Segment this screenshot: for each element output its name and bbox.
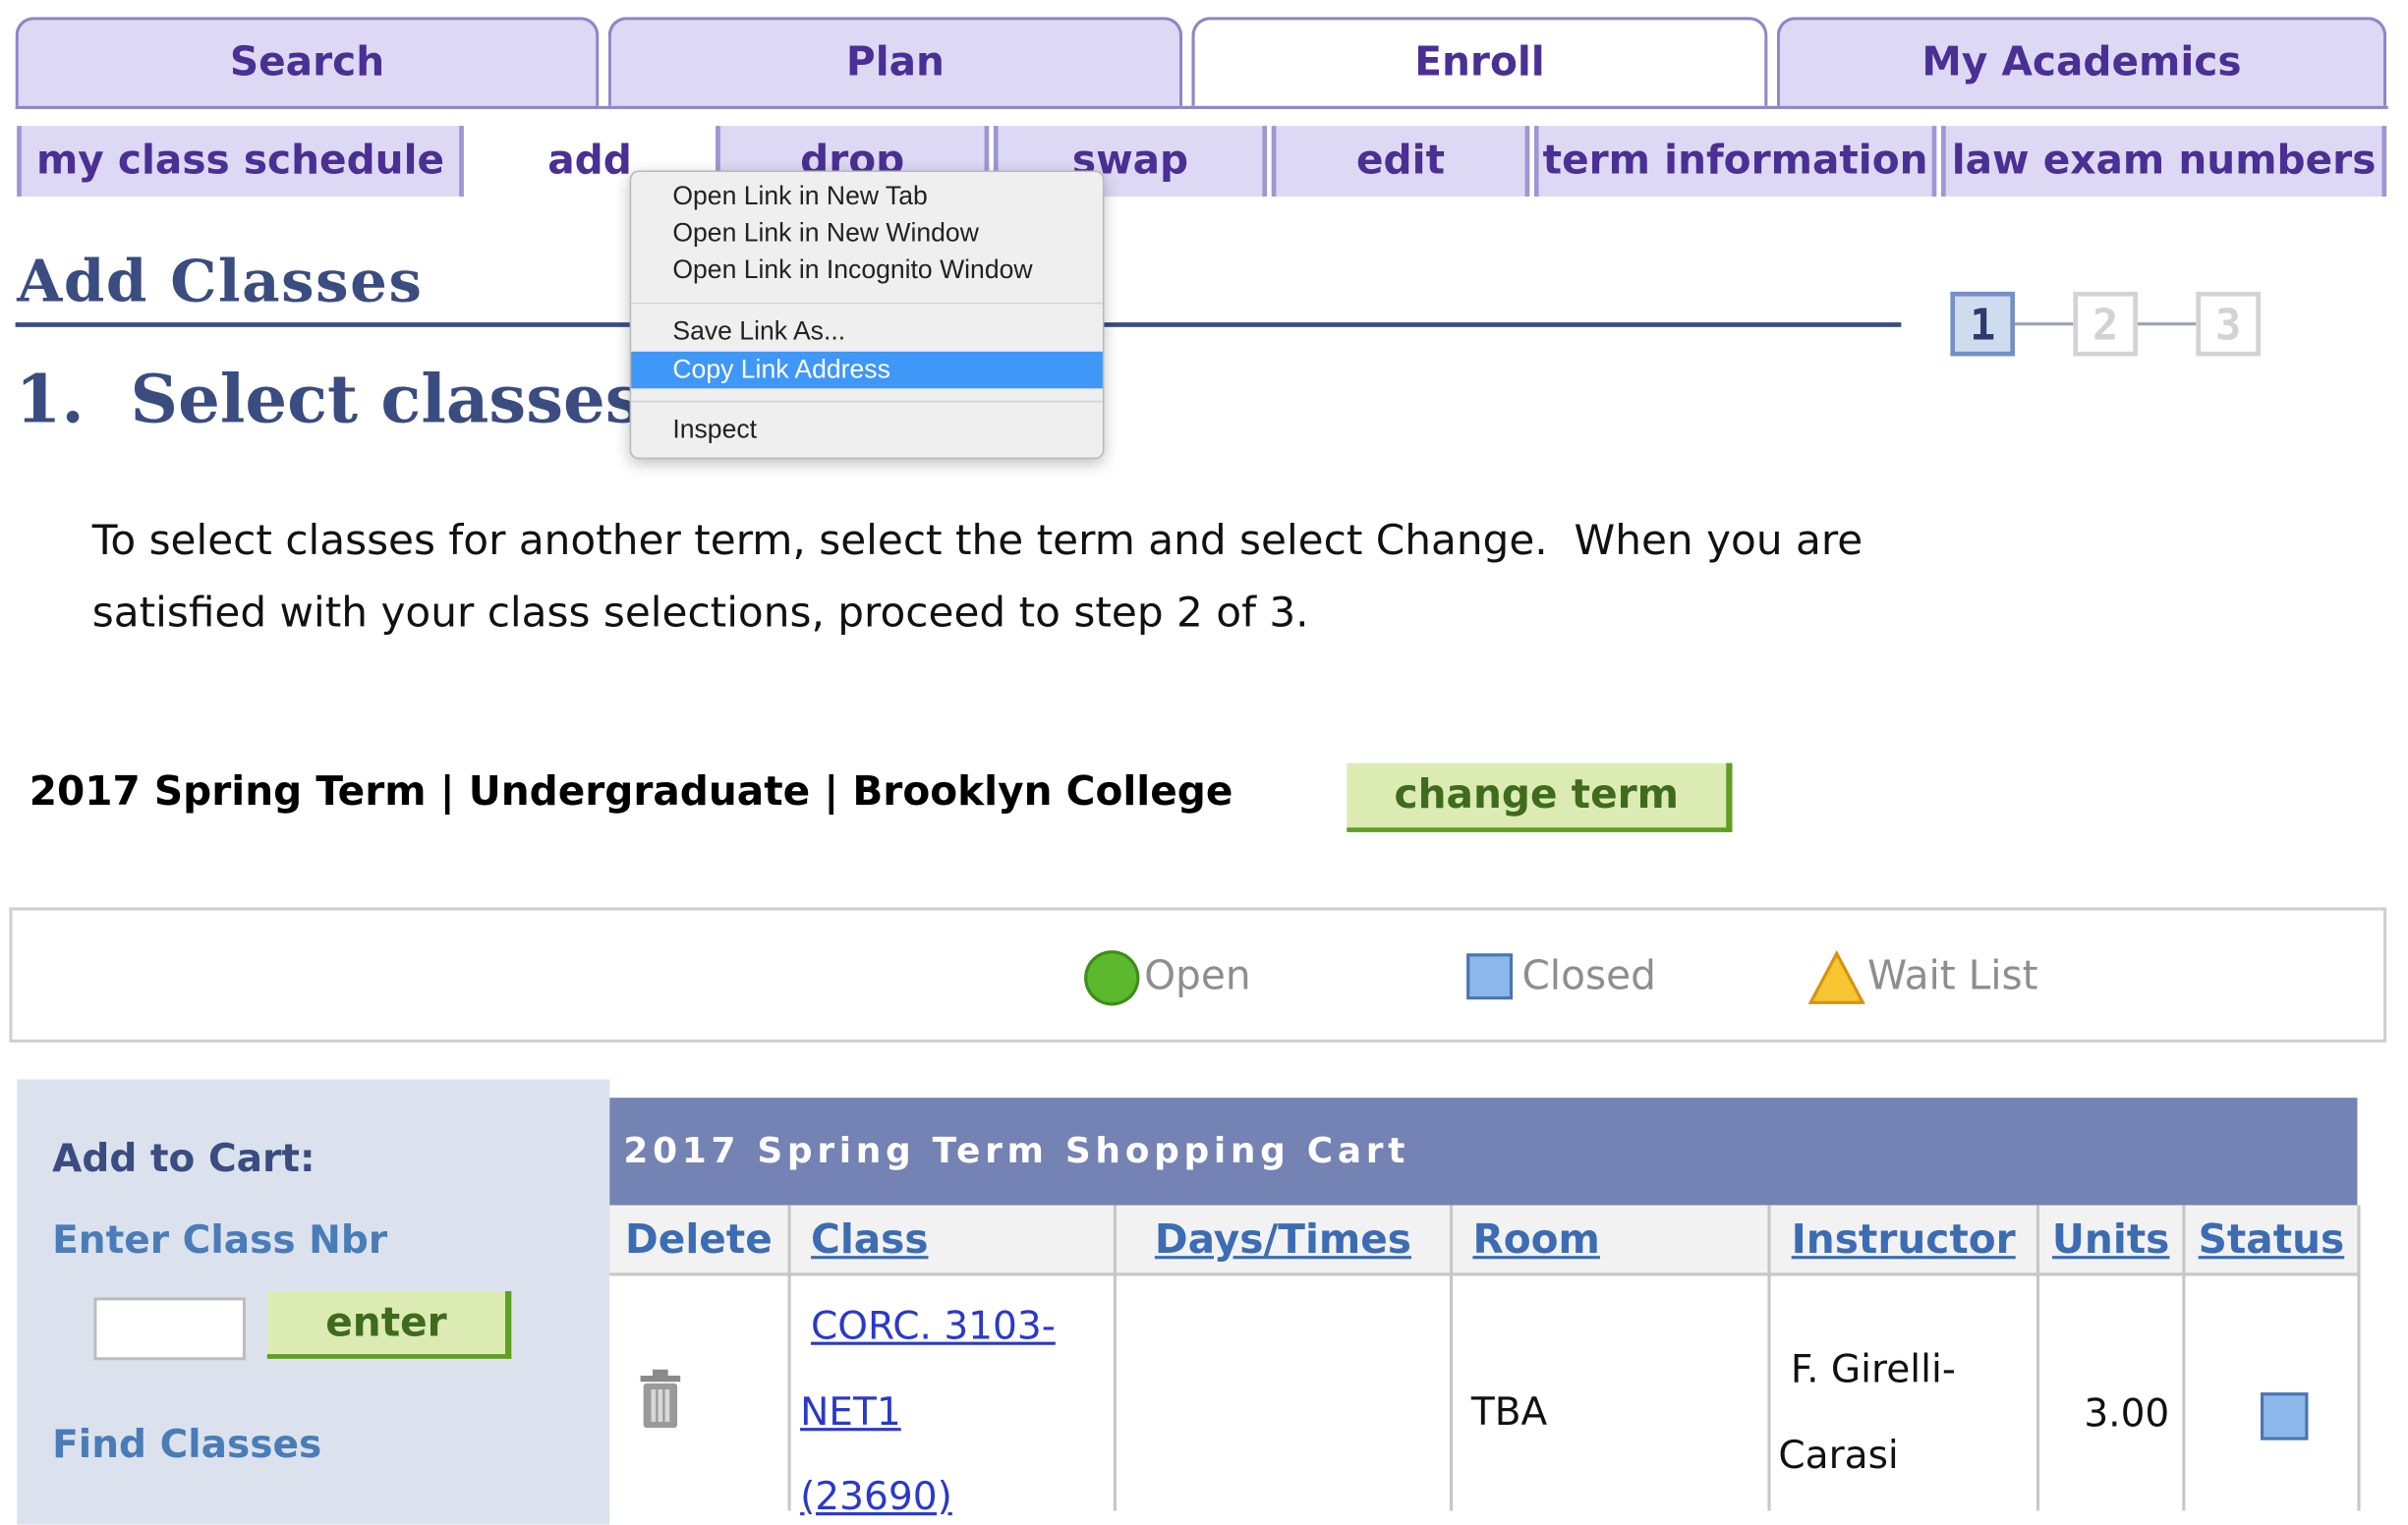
column-header-class[interactable]: Class [790, 1205, 1114, 1276]
change-term-button[interactable]: change term [1347, 762, 1733, 832]
subtab-term-information[interactable]: term information [1533, 126, 1937, 197]
column-header-instructor[interactable]: Instructor [1770, 1205, 2036, 1276]
menu-item-copy-link-address[interactable]: Copy Link Address [631, 351, 1103, 389]
cart-title: 2017 Spring Term Shopping Cart [623, 1131, 1410, 1172]
subtab-my-class-schedule[interactable]: my class schedule [17, 126, 464, 197]
step-connector [2015, 322, 2074, 326]
add-to-cart-label: Add to Cart: [52, 1136, 315, 1181]
instructions-line-1: To select classes for another term, sele… [91, 517, 1863, 565]
column-header-units[interactable]: Units [2039, 1205, 2183, 1276]
menu-item-open-new-tab[interactable]: Open Link in New Tab [631, 178, 1103, 215]
cart-title-bar: 2017 Spring Term Shopping Cart [609, 1098, 2358, 1206]
legend-wait-list-label: Wait List [1867, 953, 2038, 1000]
class-nbr-input[interactable] [93, 1297, 246, 1361]
step-3: 3 [2196, 291, 2261, 357]
tab-divider [15, 105, 2388, 109]
subtab-edit[interactable]: edit [1271, 126, 1530, 197]
menu-item-save-link-as[interactable]: Save Link As... [631, 313, 1103, 351]
tab-search[interactable]: Search [15, 17, 600, 106]
closed-icon [1466, 953, 1514, 1000]
legend-closed-label: Closed [1521, 953, 1656, 1000]
step-connector [2138, 322, 2197, 326]
column-divider [787, 1205, 791, 1511]
context-menu: Open Link in New Tab Open Link in New Wi… [629, 170, 1105, 460]
column-header-status[interactable]: Status [2185, 1205, 2358, 1276]
tab-my-academics[interactable]: My Academics [1776, 17, 2387, 106]
column-header-room[interactable]: Room [1453, 1205, 1768, 1276]
class-link-line-2[interactable]: NET1 [800, 1389, 901, 1434]
column-header-delete: Delete [609, 1205, 788, 1276]
legend-open-label: Open [1144, 953, 1251, 1000]
subtab-law-exam-numbers[interactable]: law exam numbers [1941, 126, 2387, 197]
open-icon [1084, 950, 1140, 1006]
column-divider [1113, 1205, 1117, 1511]
term-info: 2017 Spring Term | Undergraduate | Brook… [29, 768, 1233, 816]
column-divider [2035, 1205, 2039, 1511]
column-divider [2182, 1205, 2186, 1511]
column-divider [1450, 1205, 1454, 1511]
column-divider [1767, 1205, 1771, 1511]
room-cell: TBA [1470, 1389, 1548, 1435]
menu-item-inspect[interactable]: Inspect [631, 412, 1103, 449]
instructor-cell-line-1: F. Girelli- [1790, 1346, 1956, 1391]
instructions-line-2: satisfied with your class selections, pr… [91, 590, 1309, 638]
trash-icon[interactable] [637, 1368, 683, 1430]
menu-item-open-new-window[interactable]: Open Link in New Window [631, 215, 1103, 253]
header-divider [609, 1272, 2358, 1276]
menu-separator [631, 400, 1103, 403]
menu-item-open-incognito[interactable]: Open Link in Incognito Window [631, 252, 1103, 289]
enter-class-nbr-label: Enter Class Nbr [52, 1217, 388, 1263]
find-classes-link[interactable]: Find Classes [52, 1422, 321, 1466]
instructor-cell-line-2: Carasi [1778, 1432, 1899, 1478]
units-cell: 3.00 [2084, 1390, 2170, 1436]
menu-separator [631, 302, 1103, 305]
status-closed-icon [2261, 1392, 2309, 1440]
page-title: Add Classes [17, 246, 424, 315]
wait-list-icon [1807, 950, 1865, 1004]
class-link-line-3[interactable]: (23690) [800, 1474, 952, 1518]
step-1: 1 [1950, 291, 2015, 357]
enter-button[interactable]: enter [266, 1291, 512, 1359]
tab-enroll[interactable]: Enroll [1191, 17, 1768, 106]
step-2: 2 [2073, 291, 2138, 357]
table-right-border [2357, 1205, 2361, 1511]
column-header-days-times[interactable]: Days/Times [1116, 1205, 1450, 1276]
class-link-line-1[interactable]: CORC. 3103- [811, 1304, 1056, 1348]
tab-plan[interactable]: Plan [607, 17, 1183, 106]
